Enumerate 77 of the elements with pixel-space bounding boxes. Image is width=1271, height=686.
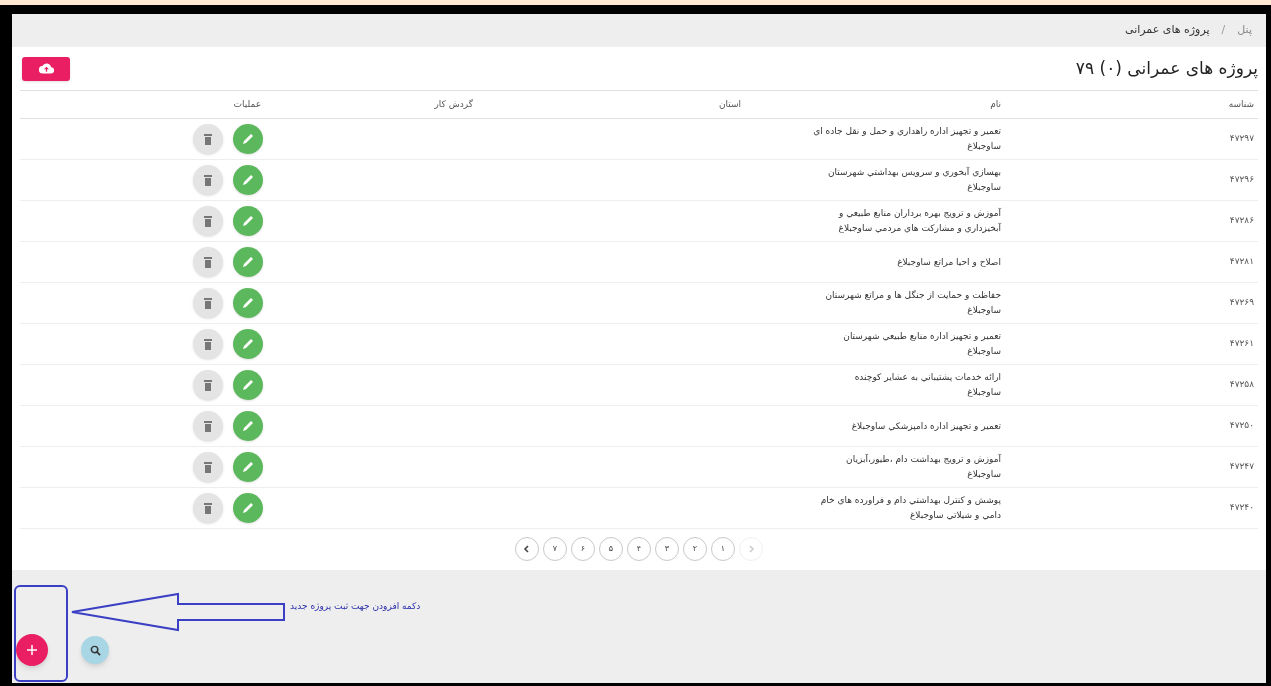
trash-icon: [204, 502, 212, 514]
chevron-icon: [746, 544, 756, 554]
column-header: نام: [990, 98, 1001, 109]
trash-icon: [204, 133, 212, 145]
id-cell: ۴۷۲۵۸: [1229, 379, 1254, 390]
chevron-icon: [522, 544, 532, 554]
id-cell: ۴۷۲۹۷: [1229, 133, 1254, 144]
plus-icon: [26, 644, 38, 656]
column-header: گردش کار: [434, 98, 473, 109]
name-cell-text: تعمير و تجهيز اداره دامپزشكي ساوجبلاغ: [851, 419, 1001, 433]
name-cell-text: آموزش و ترويج بهره برداران منابع طبيعي و آبخيزداري و مشاركت هاي مردمي ساوجبلاغ: [838, 207, 1001, 235]
name-cell-text: پوشش و كنترل بهداشتي دام و فراورده هاي خام دامي و شيلاتي ساوجبلاغ: [820, 494, 1001, 522]
trash-icon: [204, 420, 212, 432]
delete-button[interactable]: [193, 452, 223, 482]
id-cell: ۴۷۲۸۱: [1229, 256, 1254, 267]
name-cell-text: ارائه خدمات پشتيباني به عشاير كوچنده ساوجبلاغ: [854, 371, 1001, 399]
trash-icon: [204, 379, 212, 391]
name-cell-text: تعمير و تجهيز اداره منابع طبيعي شهرستان ساوجبلاغ: [843, 330, 1001, 358]
trash-icon: [204, 338, 212, 350]
delete-button[interactable]: [193, 165, 223, 195]
name-cell-text: بهسازي آبخوري و سرويس بهداشتي شهرستان ساوجبلاغ: [827, 166, 1001, 194]
edit-button[interactable]: [233, 165, 263, 195]
cloud-upload-icon: [38, 63, 54, 74]
id-cell: ۴۷۲۹۶: [1229, 174, 1254, 185]
breadcrumb-link[interactable]: پروژه های عمرانی: [1125, 22, 1210, 39]
edit-button[interactable]: [233, 329, 263, 359]
delete-button[interactable]: [193, 124, 223, 154]
edit-button[interactable]: [233, 370, 263, 400]
id-cell: ۴۷۲۴۷: [1229, 461, 1254, 472]
annotation-note: دکمه افزودن جهت ثبت پروژه جدید: [290, 600, 421, 613]
id-cell: ۴۷۲۴۰: [1229, 502, 1254, 513]
search-button[interactable]: [81, 636, 109, 664]
edit-button[interactable]: [233, 124, 263, 154]
id-cell: ۴۷۲۶۹: [1229, 297, 1254, 308]
delete-button[interactable]: [193, 206, 223, 236]
pencil-icon: [241, 501, 255, 515]
breadcrumb-separator: /: [1221, 22, 1226, 39]
pencil-icon: [241, 337, 255, 351]
delete-button[interactable]: [193, 288, 223, 318]
edit-button[interactable]: [233, 411, 263, 441]
upload-button[interactable]: [22, 56, 70, 81]
delete-button[interactable]: [193, 493, 223, 523]
delete-button[interactable]: [193, 247, 223, 277]
pencil-icon: [241, 296, 255, 310]
pencil-icon: [241, 460, 255, 474]
search-icon: [89, 644, 101, 656]
name-cell-text: تعمیر و تجهیز اداره راهداري و حمل و نقل جاده اي ساوجبلاغ: [813, 125, 1001, 153]
column-header: عملیات: [233, 98, 261, 109]
page-title: پروژه های عمرانی (۰) ۷۹: [1075, 56, 1258, 81]
pencil-icon: [241, 255, 255, 269]
trash-icon: [204, 174, 212, 186]
name-cell-text: اصلاح و احيا مراتع ساوجبلاغ: [897, 255, 1001, 269]
id-cell: ۴۷۲۸۶: [1229, 215, 1254, 226]
column-header: استان: [718, 98, 741, 109]
edit-button[interactable]: [233, 206, 263, 236]
id-cell: ۴۷۲۵۰: [1229, 420, 1254, 431]
delete-button[interactable]: [193, 411, 223, 441]
pencil-icon: [241, 132, 255, 146]
name-cell-text: حفاظت و حمايت از جنگل ها و مراتع شهرستان ساوجبلاغ: [825, 289, 1001, 317]
edit-button[interactable]: [233, 452, 263, 482]
pencil-icon: [241, 378, 255, 392]
trash-icon: [204, 461, 212, 473]
edit-button[interactable]: [233, 288, 263, 318]
pencil-icon: [241, 214, 255, 228]
name-cell-text: آموزش و ترويج بهداشت دام ،طيور،آبزيان ساوجبلاغ: [846, 453, 1001, 481]
trash-icon: [204, 297, 212, 309]
delete-button[interactable]: [193, 329, 223, 359]
edit-button[interactable]: [233, 247, 263, 277]
edit-button[interactable]: [233, 493, 263, 523]
trash-icon: [204, 215, 212, 227]
delete-button[interactable]: [193, 370, 223, 400]
add-button[interactable]: [16, 634, 48, 666]
column-header: شناسه: [1228, 98, 1254, 109]
id-cell: ۴۷۲۶۱: [1229, 338, 1254, 349]
trash-icon: [204, 256, 212, 268]
pencil-icon: [241, 419, 255, 433]
pencil-icon: [241, 173, 255, 187]
